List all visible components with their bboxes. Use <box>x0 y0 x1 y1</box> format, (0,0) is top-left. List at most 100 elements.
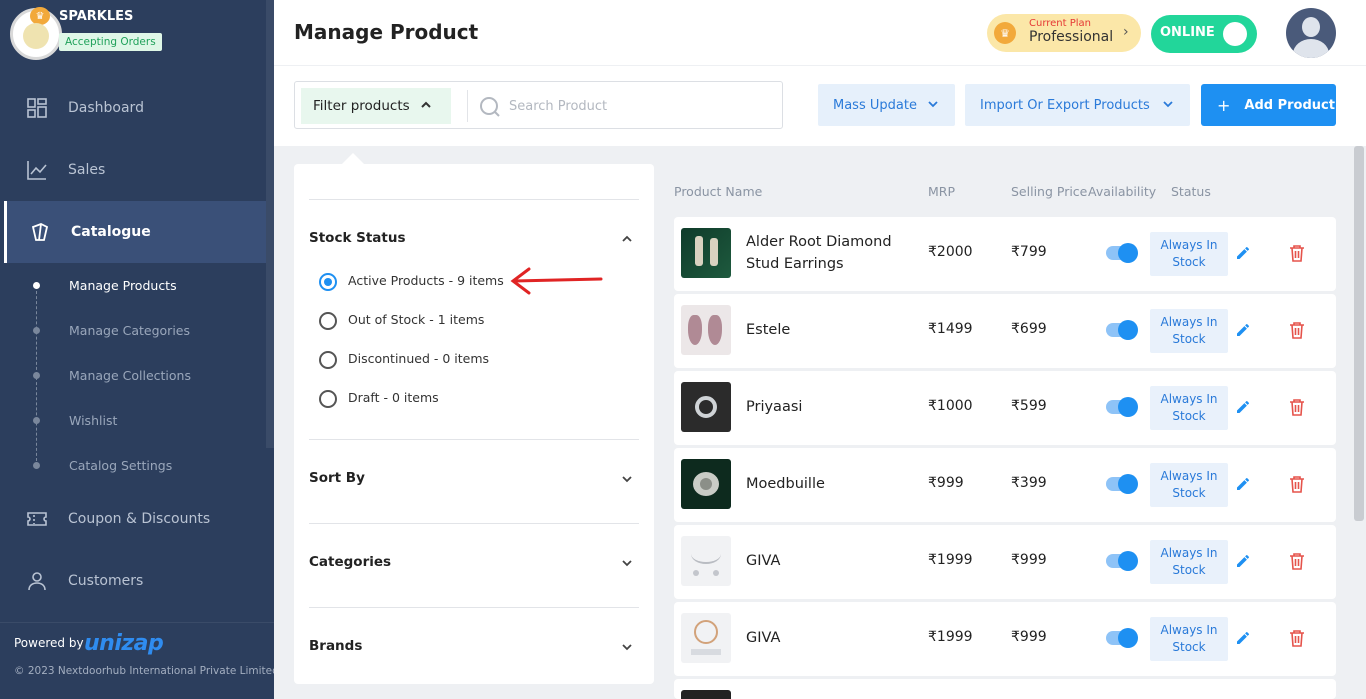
subnav-manage-products[interactable]: Manage Products <box>69 278 177 293</box>
header-selling-price: Selling Price <box>1011 184 1088 199</box>
subnav-wishlist[interactable]: Wishlist <box>69 413 117 428</box>
availability-toggle[interactable] <box>1106 320 1138 340</box>
chevron-down-icon <box>928 101 938 108</box>
main-scrollbar[interactable] <box>1354 146 1364 521</box>
sidebar-scrollbar[interactable] <box>266 0 274 448</box>
chevron-down-icon[interactable] <box>620 640 634 654</box>
divider <box>309 523 639 524</box>
nav-item-dashboard[interactable]: Dashboard <box>4 77 268 139</box>
delete-icon[interactable] <box>1289 321 1305 339</box>
nav-item-sales[interactable]: Sales <box>4 139 268 201</box>
status-badge: Always In Stock <box>1150 309 1228 353</box>
import-export-button[interactable]: Import Or Export Products <box>965 84 1190 126</box>
table-row[interactable]: Moedbuille ₹999 ₹399 Always In Stock <box>674 448 1336 522</box>
categories-title[interactable]: Categories <box>309 554 391 570</box>
delete-icon[interactable] <box>1289 244 1305 262</box>
product-price: ₹999 <box>1011 629 1047 645</box>
edit-icon[interactable] <box>1235 630 1251 646</box>
availability-toggle[interactable] <box>1106 628 1138 648</box>
edit-icon[interactable] <box>1235 553 1251 569</box>
avatar-body <box>1293 39 1329 58</box>
radio-label: Active Products - 9 items <box>348 273 504 288</box>
availability-toggle[interactable] <box>1106 474 1138 494</box>
table-row[interactable]: Alder Root Diamond Stud Earrings ₹2000 ₹… <box>674 217 1336 291</box>
stock-status-title: Stock Status <box>309 230 406 246</box>
product-price: ₹999 <box>1011 552 1047 568</box>
product-thumbnail <box>681 305 731 355</box>
product-name[interactable]: Alder Root Diamond Stud Earrings <box>746 231 911 275</box>
edit-icon[interactable] <box>1235 399 1251 415</box>
product-name[interactable]: Moedbuille <box>746 473 911 495</box>
product-name[interactable]: Priyaasi <box>746 396 911 418</box>
product-mrp: ₹999 <box>928 475 964 491</box>
product-name[interactable]: GIVA <box>746 550 911 572</box>
store-logo-image <box>23 23 49 49</box>
search-input[interactable] <box>509 94 769 118</box>
subnav-manage-collections[interactable]: Manage Collections <box>69 368 191 383</box>
dashboard-icon <box>27 98 47 118</box>
subnav-dot <box>33 372 40 379</box>
edit-icon[interactable] <box>1235 476 1251 492</box>
current-plan-button[interactable]: ♛ Current Plan Professional › <box>987 14 1141 52</box>
product-price: ₹399 <box>1011 475 1047 491</box>
table-row[interactable]: GIVA ₹1999 ₹999 Always In Stock <box>674 525 1336 599</box>
online-toggle[interactable]: ONLINE <box>1151 15 1257 53</box>
radio-out-of-stock[interactable] <box>319 312 337 330</box>
availability-toggle[interactable] <box>1106 397 1138 417</box>
table-row[interactable]: Estele ₹1499 ₹699 Always In Stock <box>674 294 1336 368</box>
product-name[interactable]: Estele <box>746 319 911 341</box>
nav-label: Catalogue <box>71 224 151 240</box>
sort-by-title[interactable]: Sort By <box>309 470 365 486</box>
availability-toggle[interactable] <box>1106 551 1138 571</box>
availability-toggle[interactable] <box>1106 243 1138 263</box>
page-title: Manage Product <box>294 20 479 44</box>
toggle-knob <box>1223 22 1247 46</box>
product-mrp: ₹1999 <box>928 629 973 645</box>
radio-discontinued[interactable] <box>319 351 337 369</box>
nav-label: Customers <box>68 573 144 589</box>
filter-panel: Stock Status Active Products - 9 items O… <box>294 153 654 684</box>
add-product-label: Add Product <box>1244 97 1335 113</box>
table-row[interactable] <box>674 679 1336 699</box>
arrow-annotation-icon <box>510 267 603 295</box>
nav-item-catalogue[interactable]: Catalogue <box>4 201 268 263</box>
add-product-button[interactable]: + Add Product <box>1201 84 1336 126</box>
copyright-text: © 2023 Nextdoorhub International Private… <box>14 665 279 677</box>
nav-item-customers[interactable]: Customers <box>4 550 268 612</box>
product-thumbnail <box>681 459 731 509</box>
divider <box>309 607 639 608</box>
radio-active-products[interactable] <box>319 273 337 291</box>
nav-item-coupons[interactable]: Coupon & Discounts <box>4 488 268 550</box>
search-icon <box>480 97 500 117</box>
product-thumbnail <box>681 228 731 278</box>
subnav-catalog-settings[interactable]: Catalog Settings <box>69 458 172 473</box>
radio-label: Out of Stock - 1 items <box>348 312 485 327</box>
online-label: ONLINE <box>1160 25 1215 40</box>
delete-icon[interactable] <box>1289 629 1305 647</box>
divider <box>309 439 639 440</box>
subnav-manage-categories[interactable]: Manage Categories <box>69 323 190 338</box>
plan-label: Current Plan <box>1029 18 1092 29</box>
product-thumbnail <box>681 690 731 699</box>
chevron-down-icon[interactable] <box>620 556 634 570</box>
product-name[interactable]: GIVA <box>746 627 911 649</box>
filter-products-button[interactable]: Filter products <box>301 88 451 124</box>
delete-icon[interactable] <box>1289 552 1305 570</box>
table-row[interactable]: Priyaasi ₹1000 ₹599 Always In Stock <box>674 371 1336 445</box>
subnav-dot <box>33 327 40 334</box>
edit-icon[interactable] <box>1235 245 1251 261</box>
mass-update-label: Mass Update <box>833 97 917 113</box>
chevron-down-icon[interactable] <box>620 472 634 486</box>
store-logo[interactable]: ♛ <box>10 7 62 60</box>
chevron-up-icon[interactable] <box>620 232 634 246</box>
mass-update-button[interactable]: Mass Update <box>818 84 955 126</box>
radio-draft[interactable] <box>319 390 337 408</box>
table-row[interactable]: GIVA ₹1999 ₹999 Always In Stock <box>674 602 1336 676</box>
powered-by-footer: Powered by unizap © 2023 Nextdoorhub Int… <box>0 622 279 699</box>
edit-icon[interactable] <box>1235 322 1251 338</box>
delete-icon[interactable] <box>1289 398 1305 416</box>
user-avatar[interactable] <box>1286 8 1336 58</box>
brands-title[interactable]: Brands <box>309 638 362 654</box>
subnav-dot <box>33 462 40 469</box>
delete-icon[interactable] <box>1289 475 1305 493</box>
